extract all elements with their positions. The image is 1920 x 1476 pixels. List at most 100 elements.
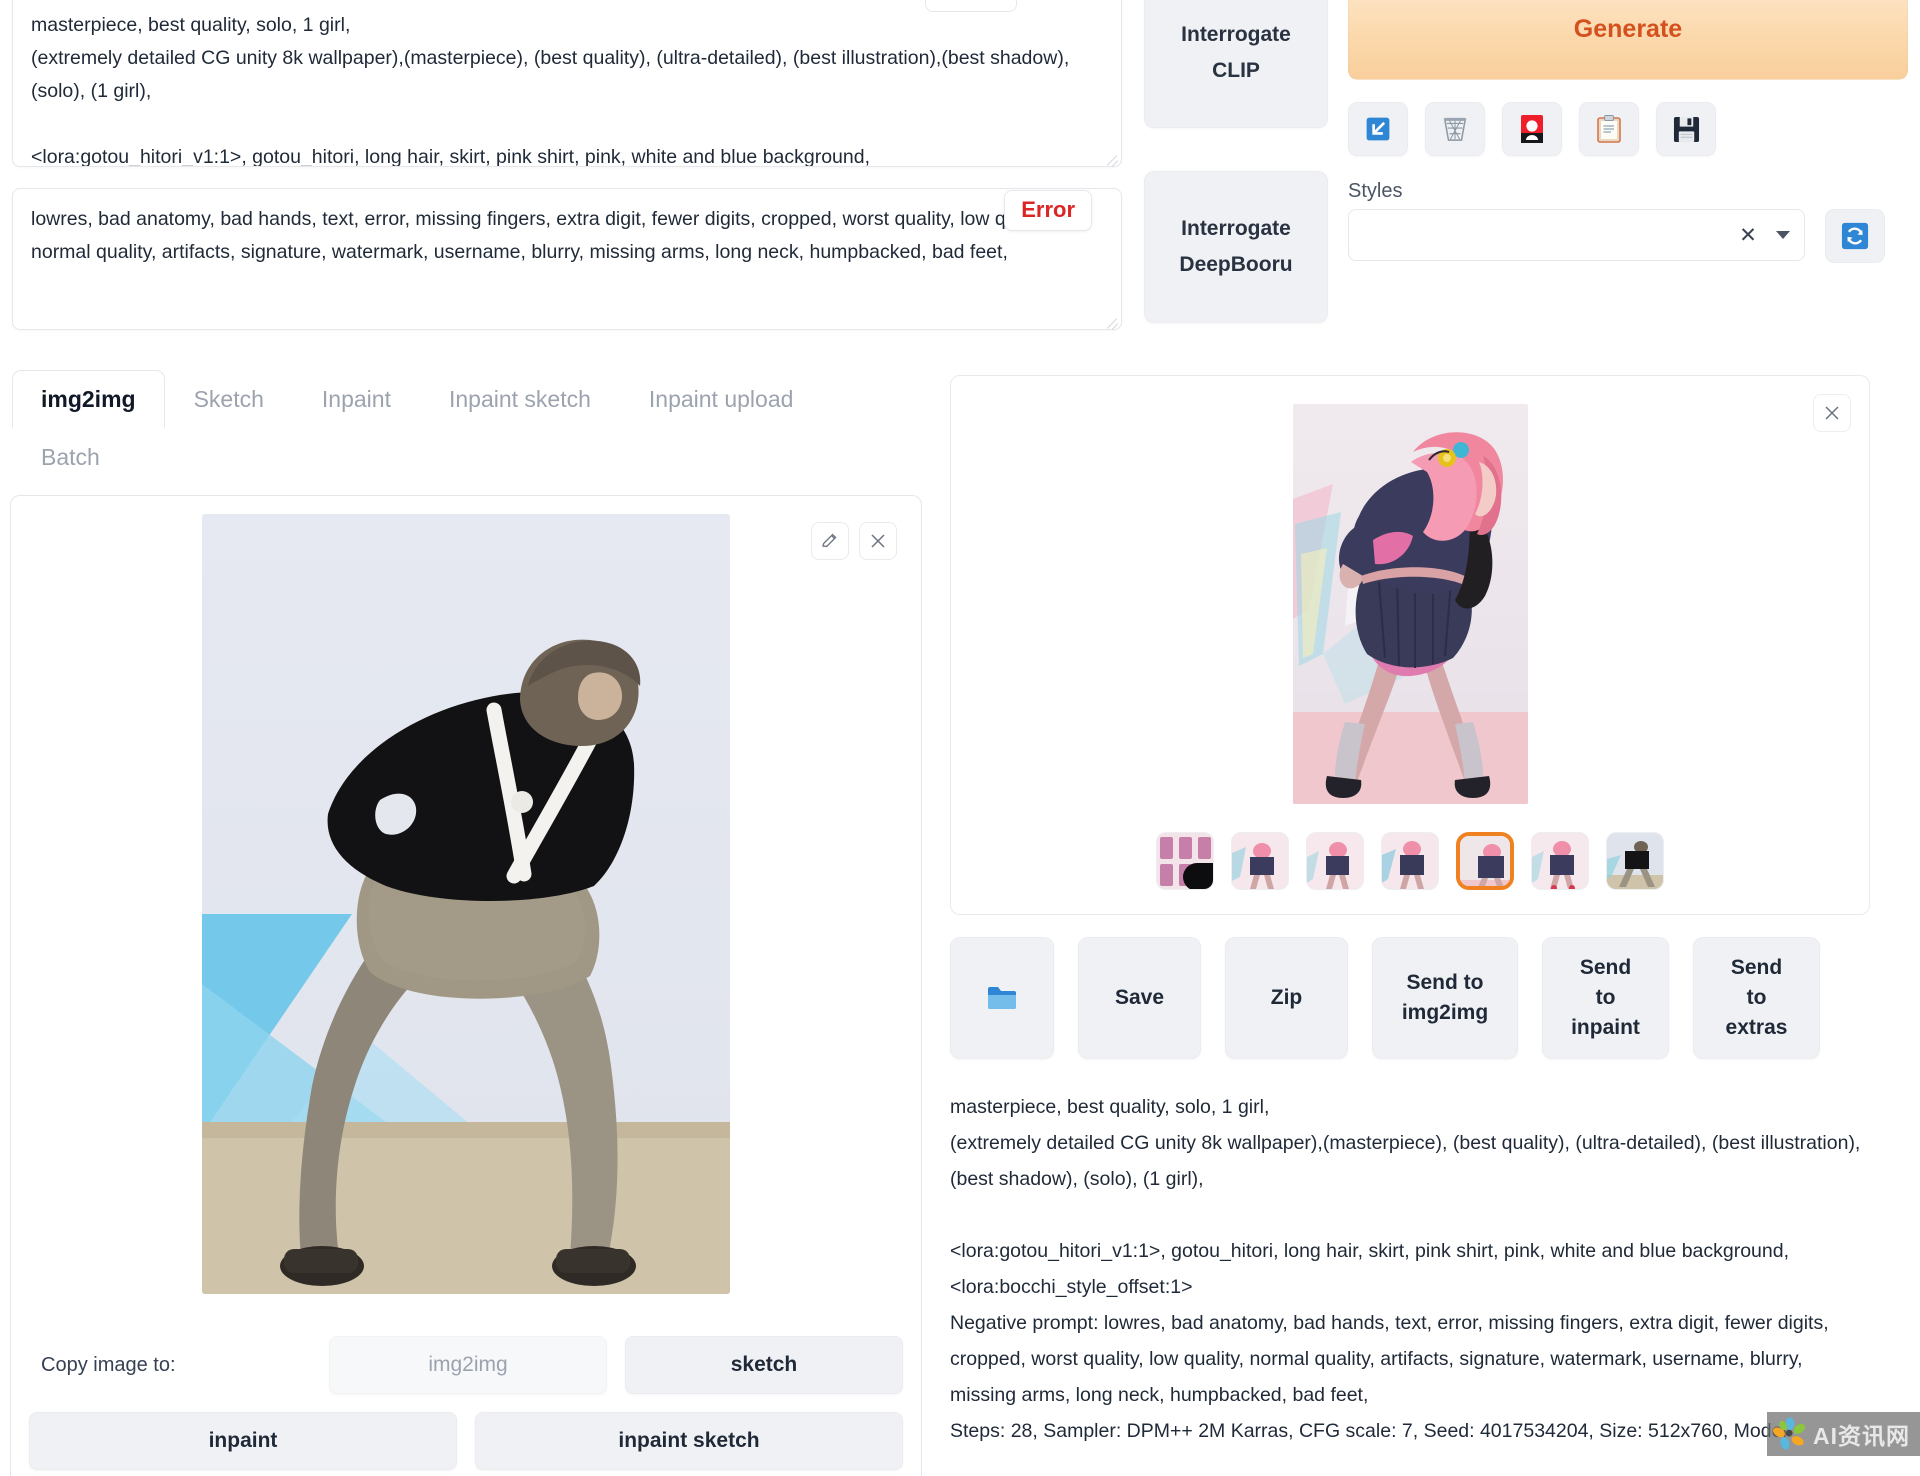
result-thumbnails	[969, 832, 1851, 890]
tab-label: Sketch	[193, 386, 264, 412]
negative-prompt-wrapper: lowres, bad anatomy, bad hands, text, er…	[12, 188, 1122, 330]
tab-sketch[interactable]: Sketch	[165, 370, 293, 428]
interrogate-deepbooru-label: Interrogate DeepBooru	[1179, 217, 1293, 276]
source-image-stage	[29, 514, 903, 1314]
thumbnail-6[interactable]	[1606, 832, 1664, 890]
thumbnail-5[interactable]	[1531, 832, 1589, 890]
refresh-styles-button[interactable]	[1825, 209, 1885, 263]
source-image-graphic	[202, 514, 730, 1294]
clear-prompt-button[interactable]	[1425, 102, 1485, 156]
positive-prompt-wrapper: masterpiece, best quality, solo, 1 girl,…	[12, 0, 1122, 167]
thumbnail-graphic	[1232, 833, 1288, 889]
thumbnail-4-selected[interactable]	[1456, 832, 1514, 890]
tab-inpaint-sketch[interactable]: Inpaint sketch	[420, 370, 620, 428]
button-label: sketch	[730, 1353, 798, 1376]
apply-style-button[interactable]	[1579, 102, 1639, 156]
thumbnail-graphic	[1382, 833, 1438, 889]
remove-image-button[interactable]	[859, 522, 897, 560]
token-counter-chip	[925, 0, 1017, 12]
zip-button[interactable]: Zip	[1225, 937, 1348, 1059]
positive-prompt-input[interactable]: masterpiece, best quality, solo, 1 girl,…	[12, 0, 1122, 167]
generate-controls: Generate Styles ✕	[1348, 0, 1908, 263]
img2img-body: Copy image to: img2img sketch inpaint in…	[10, 495, 922, 1476]
clear-styles-icon[interactable]: ✕	[1734, 221, 1762, 249]
thumbnail-grid[interactable]	[1156, 832, 1214, 890]
button-label: Send to img2img	[1401, 971, 1489, 1024]
copy-to-img2img-button[interactable]: img2img	[329, 1336, 607, 1394]
chevron-down-icon[interactable]	[1776, 231, 1790, 239]
refresh-icon	[1841, 222, 1869, 250]
close-icon	[871, 534, 885, 548]
button-label: img2img	[428, 1353, 508, 1376]
tab-batch[interactable]: Batch	[12, 428, 129, 486]
interrogate-deepbooru-button[interactable]: Interrogate DeepBooru	[1144, 171, 1328, 323]
button-label: Send to inpaint	[1571, 956, 1640, 1039]
interrogate-clip-button[interactable]: Interrogate CLIP	[1144, 0, 1328, 128]
floppy-disk-icon	[1673, 116, 1699, 142]
thumbnail-graphic	[1157, 833, 1213, 889]
read-generation-parameters-button[interactable]	[1348, 102, 1408, 156]
folder-icon	[988, 987, 1016, 1009]
interrogate-button-group: Interrogate CLIP Interrogate DeepBooru	[1144, 0, 1328, 323]
edit-image-button[interactable]	[811, 522, 849, 560]
resize-grip-icon[interactable]	[1103, 149, 1119, 165]
resize-grip-icon[interactable]	[1103, 312, 1119, 328]
prompt-icon-toolbar	[1348, 102, 1908, 156]
pencil-icon	[822, 533, 837, 548]
copy-to-inpaint-sketch-button[interactable]: inpaint sketch	[475, 1412, 903, 1470]
img2img-page: masterpiece, best quality, solo, 1 girl,…	[0, 0, 1920, 1476]
art-card-icon	[1521, 115, 1543, 143]
trash-icon	[1443, 117, 1467, 141]
button-label: Send to extras	[1725, 956, 1788, 1039]
generate-button[interactable]: Generate	[1348, 0, 1908, 80]
styles-row: ✕	[1348, 209, 1908, 263]
result-panel: Save Zip Send to img2img Send to inpaint…	[950, 375, 1870, 1449]
result-gallery	[950, 375, 1870, 915]
result-image-graphic	[1292, 404, 1528, 804]
thumbnail-graphic	[1460, 836, 1510, 886]
watermark: AI资讯网	[1767, 1412, 1920, 1456]
button-label: inpaint	[208, 1429, 278, 1452]
thumbnail-2[interactable]	[1306, 832, 1364, 890]
error-badge: Error	[1004, 190, 1092, 231]
send-to-extras-button[interactable]: Send to extras	[1693, 937, 1820, 1059]
thumbnail-graphic	[1532, 833, 1588, 889]
button-label: inpaint sketch	[618, 1429, 760, 1452]
mode-tabs: img2img Sketch Inpaint Inpaint sketch In…	[10, 370, 922, 486]
open-folder-button[interactable]	[950, 937, 1054, 1059]
generation-info: masterpiece, best quality, solo, 1 girl,…	[950, 1096, 1861, 1442]
img2img-tab-panel: img2img Sketch Inpaint Inpaint sketch In…	[10, 370, 922, 1476]
close-result-button[interactable]	[1813, 394, 1851, 432]
copy-to-sketch-button[interactable]: sketch	[625, 1336, 903, 1394]
send-to-inpaint-button[interactable]: Send to inpaint	[1542, 937, 1669, 1059]
negative-prompt-input[interactable]: lowres, bad anatomy, bad hands, text, er…	[12, 188, 1122, 330]
clipboard-icon	[1597, 115, 1621, 143]
copy-to-inpaint-button[interactable]: inpaint	[29, 1412, 457, 1470]
thumbnail-3[interactable]	[1381, 832, 1439, 890]
image-tool-chips	[811, 522, 897, 560]
styles-select[interactable]: ✕	[1348, 209, 1805, 261]
save-button[interactable]: Save	[1078, 937, 1201, 1059]
tab-label: Batch	[41, 444, 100, 470]
button-label: Save	[1114, 986, 1165, 1009]
send-to-img2img-button[interactable]: Send to img2img	[1372, 937, 1518, 1059]
interrogate-clip-label: Interrogate CLIP	[1181, 23, 1291, 82]
copy-image-row: Copy image to: img2img sketch	[29, 1336, 903, 1394]
generate-label: Generate	[1573, 14, 1683, 43]
thumbnail-graphic	[1607, 833, 1663, 889]
button-label: Zip	[1270, 986, 1303, 1009]
close-icon	[1825, 406, 1839, 420]
save-style-button[interactable]	[1656, 102, 1716, 156]
result-image[interactable]	[1292, 404, 1528, 804]
watermark-text: AI资讯网	[1813, 1423, 1910, 1449]
show-extra-networks-button[interactable]	[1502, 102, 1562, 156]
tab-label: Inpaint sketch	[448, 386, 591, 412]
tab-inpaint-upload[interactable]: Inpaint upload	[620, 370, 823, 428]
tab-inpaint[interactable]: Inpaint	[293, 370, 420, 428]
arrow-down-left-icon	[1366, 117, 1390, 141]
tab-img2img[interactable]: img2img	[12, 370, 165, 428]
source-image[interactable]	[202, 514, 730, 1294]
thumbnail-1[interactable]	[1231, 832, 1289, 890]
styles-label: Styles	[1348, 180, 1403, 202]
tab-label: Inpaint upload	[648, 386, 794, 412]
